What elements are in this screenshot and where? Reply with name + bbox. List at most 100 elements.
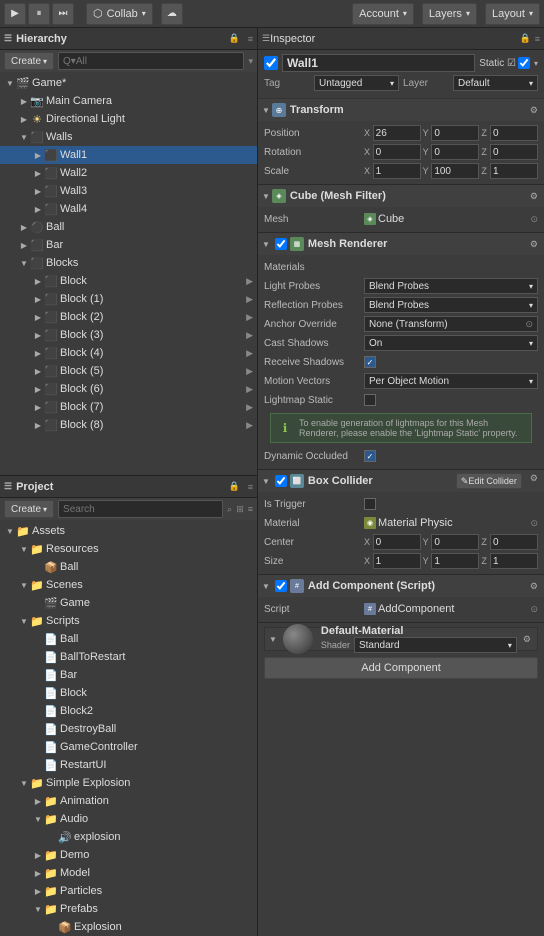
hierarchy-item-block6[interactable]: ▶ ⬛ Block (6) ▶ [0, 380, 257, 398]
project-search-input[interactable] [58, 500, 223, 518]
hierarchy-create-button[interactable]: Create ▾ [4, 52, 54, 70]
project-item-scenes[interactable]: ▼ 📁 Scenes [0, 576, 257, 594]
scale-x-input[interactable] [373, 163, 421, 179]
expand-arrow-block5[interactable]: ▶ [32, 365, 44, 377]
expand-arrow-proj-scripts[interactable]: ▼ [18, 615, 30, 627]
expand-arrow-block6[interactable]: ▶ [32, 383, 44, 395]
rotation-y-input[interactable] [431, 144, 479, 160]
scale-y-input[interactable] [431, 163, 479, 179]
material-header[interactable]: ▼ Default-Material Shader Standard ▾ ⚙ [265, 628, 537, 650]
size-x-input[interactable] [373, 553, 421, 569]
object-enabled-checkbox[interactable] [264, 56, 278, 70]
project-lock-icon[interactable]: 🔒 [229, 481, 240, 492]
mesh-ref-field[interactable]: ◈ Cube [364, 213, 528, 225]
hierarchy-item-wall2[interactable]: ▶ ⬛ Wall2 [0, 164, 257, 182]
object-name-field[interactable] [282, 54, 475, 72]
project-search-icon[interactable]: ⌕ [227, 504, 232, 515]
project-item-prefabs[interactable]: ▼ 📁 Prefabs [0, 900, 257, 918]
expand-arrow-directional-light[interactable]: ▶ [18, 113, 30, 125]
box-collider-header[interactable]: ▼ ⬜ Box Collider ✎ Edit Collider ⚙ [258, 470, 544, 492]
is-trigger-checkbox[interactable] [364, 498, 376, 510]
expand-arrow-wall3[interactable]: ▶ [32, 185, 44, 197]
add-component-button[interactable]: Add Component [264, 657, 538, 679]
account-button[interactable]: Account ▾ [352, 3, 414, 25]
hierarchy-menu-icon[interactable]: ≡ [248, 34, 253, 44]
box-collider-settings-icon[interactable]: ⚙ [528, 473, 540, 489]
material-settings-icon[interactable]: ⚙ [521, 634, 533, 645]
add-component-script-header[interactable]: ▼ # Add Component (Script) ⚙ [258, 575, 544, 597]
shader-dropdown[interactable]: Standard ▾ [354, 637, 517, 653]
project-item-pref-explosion[interactable]: 📦 Explosion [0, 918, 257, 936]
hierarchy-item-block8[interactable]: ▶ ⬛ Block (8) ▶ [0, 416, 257, 434]
expand-arrow-proj-model[interactable]: ▶ [32, 867, 44, 879]
hierarchy-item-ball[interactable]: ▶ ⚫ Ball [0, 218, 257, 236]
hierarchy-item-bar[interactable]: ▶ ⬛ Bar [0, 236, 257, 254]
expand-arrow-proj-simple-explosion[interactable]: ▼ [18, 777, 30, 789]
expand-arrow-ball[interactable]: ▶ [18, 221, 30, 233]
hierarchy-item-game[interactable]: ▼ 🎬 Game* [0, 74, 257, 92]
hierarchy-item-wall4[interactable]: ▶ ⬛ Wall4 [0, 200, 257, 218]
inspector-lock-icon[interactable]: 🔒 [520, 33, 531, 44]
expand-arrow-block8[interactable]: ▶ [32, 419, 44, 431]
project-item-res-ball[interactable]: 📦 Ball [0, 558, 257, 576]
edit-collider-button[interactable]: ✎ Edit Collider [456, 473, 522, 489]
mesh-renderer-enabled-checkbox[interactable] [275, 238, 287, 250]
expand-arrow-proj-audio[interactable]: ▼ [32, 813, 44, 825]
layers-button[interactable]: Layers ▾ [422, 3, 477, 25]
expand-arrow-block[interactable]: ▶ [32, 275, 44, 287]
expand-arrow-proj-particles[interactable]: ▶ [32, 885, 44, 897]
expand-arrow-proj-scenes[interactable]: ▼ [18, 579, 30, 591]
hierarchy-lock-icon[interactable]: 🔒 [229, 33, 240, 44]
expand-arrow-block2[interactable]: ▶ [32, 311, 44, 323]
expand-arrow-proj-prefabs[interactable]: ▼ [32, 903, 44, 915]
hierarchy-item-blocks[interactable]: ▼ ⬛ Blocks [0, 254, 257, 272]
transform-settings-icon[interactable]: ⚙ [528, 105, 540, 116]
hierarchy-item-directional-light[interactable]: ▶ ☀ Directional Light [0, 110, 257, 128]
hierarchy-search-input[interactable] [58, 52, 244, 70]
collab-button[interactable]: ⬡ Collab ▾ [86, 3, 153, 25]
size-z-input[interactable] [490, 553, 538, 569]
pause-button[interactable]: ⏸ [28, 3, 50, 25]
expand-arrow-block4[interactable]: ▶ [32, 347, 44, 359]
layout-button[interactable]: Layout ▾ [485, 3, 540, 25]
hierarchy-item-block2[interactable]: ▶ ⬛ Block (2) ▶ [0, 308, 257, 326]
hierarchy-item-main-camera[interactable]: ▶ 📷 Main Camera [0, 92, 257, 110]
project-create-button[interactable]: Create ▾ [4, 500, 54, 518]
box-collider-enabled-checkbox[interactable] [275, 475, 287, 487]
expand-arrow-proj-demo[interactable]: ▶ [32, 849, 44, 861]
collider-material-select-icon[interactable]: ⊙ [530, 518, 538, 529]
position-y-input[interactable] [431, 125, 479, 141]
anchor-override-dropdown[interactable]: None (Transform) ⊙ [364, 316, 538, 332]
project-item-scr-destroyball[interactable]: 📄 DestroyBall [0, 720, 257, 738]
hierarchy-item-walls[interactable]: ▼ ⬛ Walls [0, 128, 257, 146]
dynamic-occluded-checkbox[interactable]: ✓ [364, 450, 376, 462]
project-item-scene-game[interactable]: 🎬 Game [0, 594, 257, 612]
hierarchy-item-wall3[interactable]: ▶ ⬛ Wall3 [0, 182, 257, 200]
reflection-probes-dropdown[interactable]: Blend Probes ▾ [364, 297, 538, 313]
add-component-script-settings-icon[interactable]: ⚙ [528, 581, 540, 592]
project-item-scr-ball[interactable]: 📄 Ball [0, 630, 257, 648]
inspector-menu-icon[interactable]: ≡ [535, 34, 540, 44]
expand-arrow-proj-resources[interactable]: ▼ [18, 543, 30, 555]
hierarchy-item-block7[interactable]: ▶ ⬛ Block (7) ▶ [0, 398, 257, 416]
hierarchy-item-block3[interactable]: ▶ ⬛ Block (3) ▶ [0, 326, 257, 344]
expand-arrow-wall2[interactable]: ▶ [32, 167, 44, 179]
expand-arrow-proj-animation[interactable]: ▶ [32, 795, 44, 807]
expand-arrow-game[interactable]: ▼ [4, 77, 16, 89]
cast-shadows-dropdown[interactable]: On ▾ [364, 335, 538, 351]
expand-arrow-blocks[interactable]: ▼ [18, 257, 30, 269]
mesh-renderer-header[interactable]: ▼ ▦ Mesh Renderer ⚙ [258, 233, 544, 255]
step-button[interactable]: ⏭ [52, 3, 74, 25]
project-item-audio[interactable]: ▼ 📁 Audio [0, 810, 257, 828]
center-y-input[interactable] [431, 534, 479, 550]
mesh-select-icon[interactable]: ⊙ [530, 214, 538, 225]
project-item-scr-gamecontroller[interactable]: 📄 GameController [0, 738, 257, 756]
mesh-filter-settings-icon[interactable]: ⚙ [528, 191, 540, 202]
play-button[interactable]: ▶ [4, 3, 26, 25]
expand-arrow-block1[interactable]: ▶ [32, 293, 44, 305]
expand-arrow-wall4[interactable]: ▶ [32, 203, 44, 215]
hierarchy-item-block5[interactable]: ▶ ⬛ Block (5) ▶ [0, 362, 257, 380]
expand-arrow-proj-assets[interactable]: ▼ [4, 525, 16, 537]
hierarchy-item-block[interactable]: ▶ ⬛ Block ▶ [0, 272, 257, 290]
project-item-animation[interactable]: ▶ 📁 Animation [0, 792, 257, 810]
